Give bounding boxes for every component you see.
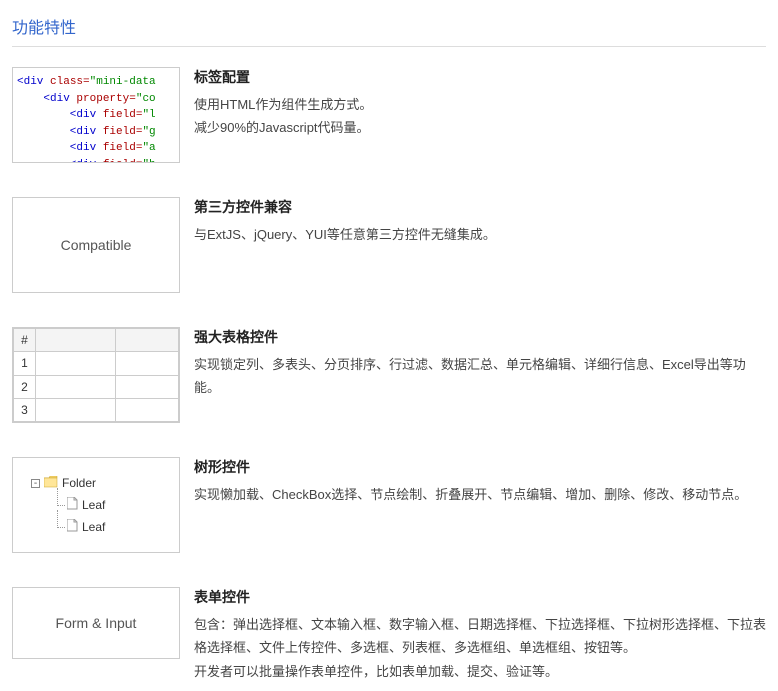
file-icon: [67, 497, 78, 513]
table-cell: 2: [14, 375, 36, 398]
code-attr: field=: [103, 142, 143, 154]
table-row: 3: [14, 398, 179, 421]
feature-desc: 标签配置 使用HTML作为组件生成方式。 减少90%的Javascript代码量…: [194, 67, 766, 140]
code-tag: <div: [17, 76, 50, 88]
code-tag: <div: [17, 159, 103, 164]
feature-text: 包含：弹出选择框、文本输入框、数字输入框、日期选择框、下拉选择框、下拉树形选择框…: [194, 613, 766, 683]
code-val: "mini-data: [90, 76, 156, 88]
code-tag: <div: [17, 93, 76, 105]
feature-line: 减少90%的Javascript代码量。: [194, 116, 766, 139]
mini-table: # 1 2 3: [13, 328, 179, 422]
code-tag: <div: [17, 126, 103, 138]
table-cell: [116, 398, 179, 421]
table-header: [116, 329, 179, 352]
feature-row: Compatible 第三方控件兼容 与ExtJS、jQuery、YUI等任意第…: [12, 197, 766, 293]
tree-node-folder: - Folder: [31, 472, 171, 494]
table-row: 1: [14, 352, 179, 375]
feature-text: 实现锁定列、多表头、分页排序、行过滤、数据汇总、单元格编辑、详细行信息、Exce…: [194, 353, 766, 400]
folder-icon: [44, 476, 58, 491]
feature-line: 包含：弹出选择框、文本输入框、数字输入框、日期选择框、下拉选择框、下拉树形选择框…: [194, 613, 766, 660]
table-cell: [116, 375, 179, 398]
code-val: "g: [142, 126, 155, 138]
table-thumbnail: # 1 2 3: [12, 327, 180, 423]
tree-node-leaf: Leaf: [31, 494, 171, 516]
feature-desc: 第三方控件兼容 与ExtJS、jQuery、YUI等任意第三方控件无缝集成。: [194, 197, 766, 246]
tree-connector-icon: [53, 494, 67, 516]
feature-text: 实现懒加载、CheckBox选择、节点绘制、折叠展开、节点编辑、增加、删除、修改…: [194, 483, 766, 506]
tree-node-leaf: Leaf: [31, 516, 171, 538]
feature-line: 开发者可以批量操作表单控件，比如表单加载、提交、验证等。: [194, 660, 766, 683]
tree-collapse-icon: -: [31, 479, 40, 488]
feature-row: - Folder Leaf Leaf 树形控件 实现懒加载、CheckBox选择…: [12, 457, 766, 553]
code-attr: property=: [76, 93, 135, 105]
section-title: 功能特性: [12, 8, 766, 47]
form-thumbnail: Form & Input: [12, 587, 180, 659]
feature-line: 与ExtJS、jQuery、YUI等任意第三方控件无缝集成。: [194, 223, 766, 246]
code-attr: field=: [103, 109, 143, 121]
feature-desc: 强大表格控件 实现锁定列、多表头、分页排序、行过滤、数据汇总、单元格编辑、详细行…: [194, 327, 766, 400]
table-cell: [36, 375, 116, 398]
code-val: "b: [142, 159, 155, 164]
tree-node-label: Folder: [62, 476, 96, 490]
table-row: 2: [14, 375, 179, 398]
code-attr: class=: [50, 76, 90, 88]
table-header-row: #: [14, 329, 179, 352]
table-cell: 3: [14, 398, 36, 421]
feature-line: 实现锁定列、多表头、分页排序、行过滤、数据汇总、单元格编辑、详细行信息、Exce…: [194, 353, 766, 400]
feature-title: 树形控件: [194, 457, 766, 477]
table-header-hash: #: [14, 329, 36, 352]
table-cell: 1: [14, 352, 36, 375]
feature-title: 强大表格控件: [194, 327, 766, 347]
tree-node-label: Leaf: [82, 520, 105, 534]
feature-title: 第三方控件兼容: [194, 197, 766, 217]
file-icon: [67, 519, 78, 535]
feature-title: 标签配置: [194, 67, 766, 87]
code-val: "co: [136, 93, 156, 105]
table-header: [36, 329, 116, 352]
table-cell: [36, 398, 116, 421]
code-attr: field=: [103, 126, 143, 138]
feature-desc: 树形控件 实现懒加载、CheckBox选择、节点绘制、折叠展开、节点编辑、增加、…: [194, 457, 766, 506]
code-tag: <div: [17, 109, 103, 121]
feature-row: Form & Input 表单控件 包含：弹出选择框、文本输入框、数字输入框、日…: [12, 587, 766, 683]
feature-text: 与ExtJS、jQuery、YUI等任意第三方控件无缝集成。: [194, 223, 766, 246]
tree-node-label: Leaf: [82, 498, 105, 512]
feature-line: 使用HTML作为组件生成方式。: [194, 93, 766, 116]
feature-text: 使用HTML作为组件生成方式。 减少90%的Javascript代码量。: [194, 93, 766, 140]
code-thumbnail: <div class="mini-data <div property="co …: [12, 67, 180, 163]
compatible-label: Compatible: [61, 237, 132, 253]
feature-row: # 1 2 3 强大表格控件 实现锁定列、多表头、分页排序、行过滤、数据汇总、单…: [12, 327, 766, 423]
code-attr: field=: [103, 159, 143, 164]
feature-title: 表单控件: [194, 587, 766, 607]
feature-row: <div class="mini-data <div property="co …: [12, 67, 766, 163]
code-val: "l: [142, 109, 155, 121]
code-tag: <div: [17, 142, 103, 154]
table-cell: [116, 352, 179, 375]
table-cell: [36, 352, 116, 375]
code-val: "a: [142, 142, 155, 154]
form-label: Form & Input: [56, 615, 137, 631]
compatible-thumbnail: Compatible: [12, 197, 180, 293]
feature-desc: 表单控件 包含：弹出选择框、文本输入框、数字输入框、日期选择框、下拉选择框、下拉…: [194, 587, 766, 683]
tree-connector-icon: [53, 516, 67, 538]
tree-thumbnail: - Folder Leaf Leaf: [12, 457, 180, 553]
feature-line: 实现懒加载、CheckBox选择、节点绘制、折叠展开、节点编辑、增加、删除、修改…: [194, 483, 766, 506]
